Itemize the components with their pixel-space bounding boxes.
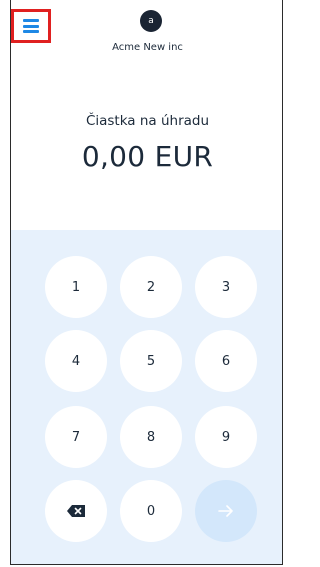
key-1[interactable]: 1	[45, 256, 107, 318]
merchant-avatar: a	[140, 10, 162, 32]
backspace-icon	[67, 505, 85, 517]
app-frame: a Acme New inc Čiastka na úhradu 0,00 EU…	[10, 0, 283, 565]
numeric-keypad: 1 2 3 4 5 6 7 8 9 0	[11, 230, 282, 564]
key-7[interactable]: 7	[45, 406, 107, 468]
submit-button[interactable]	[195, 480, 257, 542]
key-0[interactable]: 0	[120, 480, 182, 542]
merchant-name: Acme New inc	[112, 42, 183, 53]
hamburger-menu-icon	[23, 19, 39, 33]
key-9[interactable]: 9	[195, 406, 257, 468]
key-4[interactable]: 4	[45, 330, 107, 392]
arrow-right-icon	[218, 505, 233, 517]
amount-label: Čiastka na úhradu	[85, 113, 210, 129]
menu-button[interactable]	[11, 9, 51, 43]
amount-value: 0,00 EUR	[81, 140, 214, 173]
backspace-button[interactable]	[45, 480, 107, 542]
key-3[interactable]: 3	[195, 256, 257, 318]
key-8[interactable]: 8	[120, 406, 182, 468]
key-6[interactable]: 6	[195, 330, 257, 392]
key-2[interactable]: 2	[120, 256, 182, 318]
avatar-letter: a	[148, 16, 154, 26]
key-5[interactable]: 5	[120, 330, 182, 392]
